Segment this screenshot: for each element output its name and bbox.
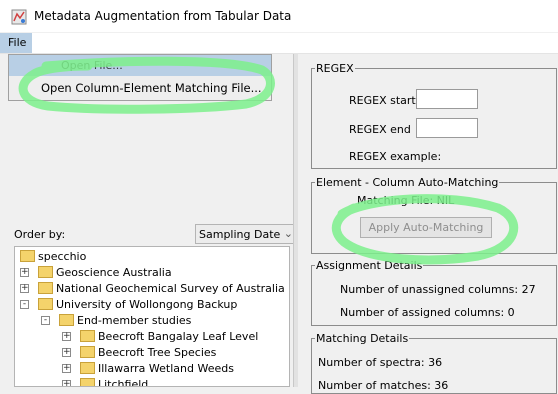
expand-icon[interactable]: + [62, 364, 71, 373]
matches-count: Number of matches: 36 [318, 379, 449, 392]
title-bar: Metadata Augmentation from Tabular Data [0, 0, 558, 32]
spectra-count: Number of spectra: 36 [318, 356, 443, 369]
folder-icon [20, 250, 35, 262]
regex-end-label: REGEX end [349, 123, 411, 136]
regex-end-input[interactable] [416, 118, 478, 138]
menu-item-open-file[interactable]: Open File... [9, 55, 271, 76]
order-by-row: Order by: Sampling Date ⌄ [14, 224, 299, 244]
window-title: Metadata Augmentation from Tabular Data [34, 9, 292, 23]
folder-icon [80, 330, 95, 342]
regex-group: REGEX REGEX start REGEX end REGEX exampl… [311, 62, 557, 169]
folder-icon [80, 362, 95, 374]
automatch-legend: Element - Column Auto-Matching [316, 176, 499, 189]
folder-icon [59, 314, 74, 326]
folder-icon [38, 266, 53, 278]
hierarchy-tree[interactable]: specchio + Geoscience Australia + Nation… [14, 246, 290, 387]
folder-icon [80, 346, 95, 358]
assigned-count: Number of assigned columns: 0 [340, 306, 515, 319]
expand-icon[interactable]: + [20, 284, 29, 293]
folder-icon [38, 282, 53, 294]
regex-start-label: REGEX start [349, 94, 416, 107]
menu-item-open-matching-file-label: Open Column-Element Matching File... [41, 81, 262, 95]
expand-icon[interactable]: + [62, 348, 71, 357]
order-by-label: Order by: [14, 228, 66, 241]
file-dropdown-menu: Open File... Open Column-Element Matchin… [8, 54, 272, 101]
apply-auto-matching-button[interactable]: Apply Auto-Matching [360, 217, 492, 238]
matching-group: Matching Details Number of spectra: 36 N… [311, 332, 557, 394]
collapse-icon[interactable]: - [20, 300, 29, 309]
expand-icon[interactable]: + [62, 380, 71, 386]
sort-order-value: Sampling Date [199, 228, 281, 241]
menu-item-open-matching-file[interactable]: Open Column-Element Matching File... [9, 77, 271, 99]
folder-icon [38, 298, 53, 310]
right-panel: REGEX REGEX start REGEX end REGEX exampl… [298, 54, 558, 394]
automatch-group: Element - Column Auto-Matching Matching … [311, 176, 557, 254]
menu-file[interactable]: File [0, 33, 32, 53]
assignment-group: Assignment Details Number of unassigned … [311, 259, 557, 326]
regex-legend: REGEX [316, 62, 354, 75]
collapse-icon[interactable]: - [41, 316, 50, 325]
matching-legend: Matching Details [316, 332, 409, 345]
assignment-legend: Assignment Details [316, 259, 423, 272]
sort-order-combo[interactable]: Sampling Date ⌄ [195, 224, 299, 244]
regex-start-input[interactable] [416, 89, 478, 109]
expand-icon[interactable]: + [62, 332, 71, 341]
matching-file-label: Matching File: NIL [357, 194, 455, 207]
chevron-down-icon: ⌄ [283, 227, 293, 240]
app-icon [11, 9, 27, 25]
regex-example-label: REGEX example: [349, 150, 442, 163]
menu-bar: File [0, 33, 558, 54]
menu-item-open-file-label: Open File... [61, 59, 123, 72]
expand-icon[interactable]: + [20, 268, 29, 277]
folder-icon [80, 378, 95, 386]
unassigned-count: Number of unassigned columns: 27 [340, 283, 536, 296]
